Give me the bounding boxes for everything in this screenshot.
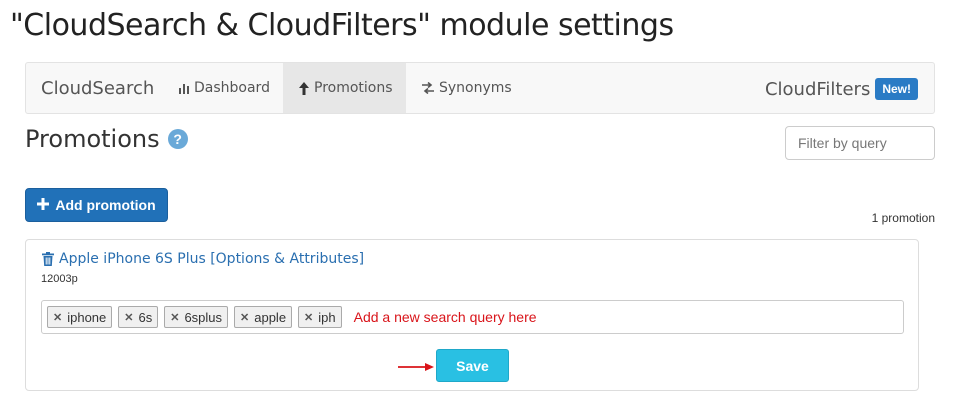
save-button[interactable]: Save [436,349,509,382]
query-tag: ✕ 6s [118,306,159,328]
navbar-brand[interactable]: CloudSearch [41,78,154,99]
page-title: "CloudSearch & CloudFilters" module sett… [10,8,674,43]
query-tag: ✕ 6splus [164,306,229,328]
nav-item-label: Dashboard [194,80,270,96]
help-icon[interactable]: ? [167,129,188,149]
search-query-tags-input[interactable]: ✕ iphone ✕ 6s ✕ 6splus ✕ apple ✕ iph Add a ne… [41,300,904,334]
bar-chart-icon [178,82,190,94]
new-query-hint[interactable]: Add a new search query here [354,309,537,325]
promotion-count: 1 promotion [871,211,935,225]
remove-tag-icon[interactable]: ✕ [53,311,62,324]
promotion-header: Apple iPhone 6S Plus [Options & Attribut… [42,251,364,267]
nav-item-dashboard[interactable]: Dashboard [163,63,285,113]
new-badge: New! [875,78,918,100]
query-tag: ✕ apple [234,306,293,328]
tag-label: iph [318,309,336,325]
promotion-panel: Apple iPhone 6S Plus [Options & Attribut… [25,239,919,391]
promotion-title-link[interactable]: Apple iPhone 6S Plus [Options & Attribut… [59,251,364,267]
section-title-text: Promotions [25,125,160,153]
top-navbar: CloudSearch Dashboard Promotions Synonym… [25,62,935,114]
query-tag: ✕ iphone [47,306,113,328]
remove-tag-icon[interactable]: ✕ [240,311,249,324]
tag-label: apple [254,309,287,325]
plus-icon [37,197,50,213]
tag-label: 6s [138,309,153,325]
nav-item-label: Synonyms [439,80,512,96]
swap-icon [421,82,435,94]
query-tag: ✕ iph [298,306,342,328]
remove-tag-icon[interactable]: ✕ [124,311,133,324]
promotion-sku: 12003p [41,273,78,285]
nav-item-promotions[interactable]: Promotions [283,63,406,113]
arrow-up-icon [298,81,310,95]
section-title: Promotions ? [25,125,188,153]
add-promotion-label: Add promotion [55,197,156,213]
tag-label: 6splus [184,309,223,325]
add-promotion-button[interactable]: Add promotion [25,188,168,222]
nav-item-label: Promotions [314,80,393,96]
filter-by-query-input[interactable] [785,126,935,160]
remove-tag-icon[interactable]: ✕ [170,311,179,324]
cloudfilters-link[interactable]: CloudFilters New! [765,78,918,100]
trash-icon[interactable] [42,252,54,266]
nav-item-synonyms[interactable]: Synonyms [406,63,527,113]
red-arrow-icon [398,359,434,377]
tag-label: iphone [67,309,107,325]
cloudfilters-label: CloudFilters [764,78,871,100]
remove-tag-icon[interactable]: ✕ [304,311,313,324]
